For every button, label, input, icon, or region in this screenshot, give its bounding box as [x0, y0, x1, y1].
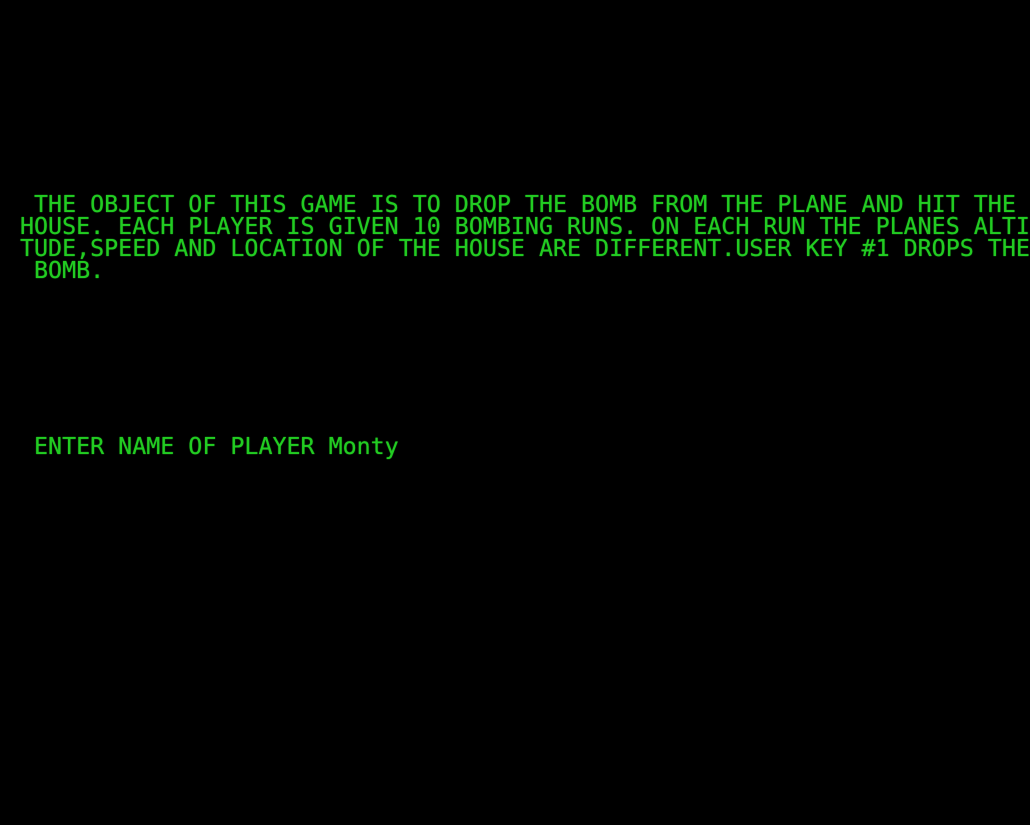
instructions-line-3: TUDE,SPEED AND LOCATION OF THE HOUSE ARE…: [20, 235, 1030, 262]
player-name-prompt[interactable]: ENTER NAME OF PLAYER Monty: [20, 433, 399, 460]
player-name-input[interactable]: Monty: [329, 433, 399, 460]
player-name-prompt-label: ENTER NAME OF PLAYER: [20, 433, 329, 460]
terminal-screen: THE OBJECT OF THIS GAME IS TO DROP THE B…: [0, 0, 1030, 825]
instructions-line-4: BOMB.: [20, 257, 105, 284]
